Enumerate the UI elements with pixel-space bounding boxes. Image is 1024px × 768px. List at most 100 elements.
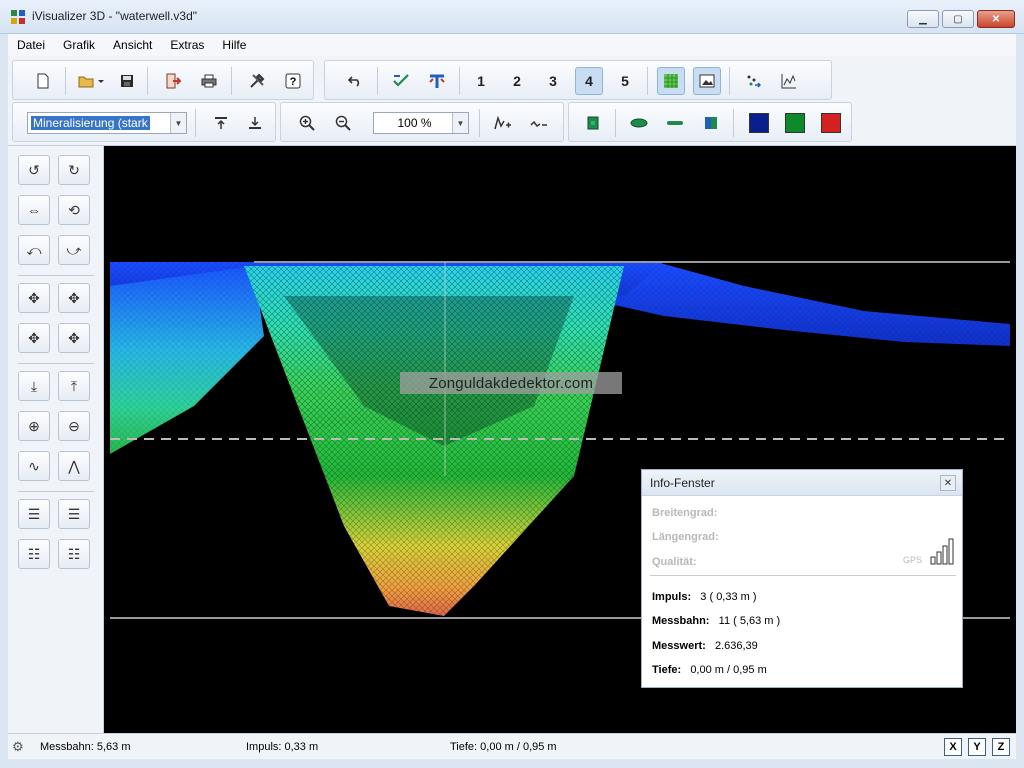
info-window[interactable]: Info-Fenster ✕ Breitengrad: Längengrad: … bbox=[641, 469, 963, 688]
messbahn-value: 11 ( 5,63 m ) bbox=[718, 615, 781, 627]
peak-remove-icon[interactable] bbox=[525, 109, 553, 137]
level-down-icon[interactable]: ⤓ bbox=[18, 371, 50, 401]
export-icon[interactable] bbox=[159, 67, 187, 95]
level-up-icon[interactable] bbox=[207, 109, 235, 137]
cavity-icon[interactable] bbox=[579, 109, 607, 137]
gps-label: GPS bbox=[902, 555, 922, 565]
menu-extras[interactable]: Extras bbox=[161, 38, 213, 52]
rotate-right-icon[interactable]: ↻ bbox=[58, 155, 90, 185]
impuls-value: 3 ( 0,33 m ) bbox=[700, 591, 757, 603]
messwert-label: Messwert: bbox=[652, 640, 706, 652]
view-5-button[interactable]: 5 bbox=[611, 67, 639, 95]
view-2-button[interactable]: 2 bbox=[503, 67, 531, 95]
zoom-in-icon[interactable] bbox=[293, 109, 321, 137]
move-icon[interactable]: ✥ bbox=[18, 283, 50, 313]
maximize-button[interactable]: ▢ bbox=[942, 10, 974, 28]
tiefe-label: Tiefe: bbox=[652, 664, 682, 676]
print-icon[interactable] bbox=[195, 67, 223, 95]
align-right-icon[interactable]: ☰ bbox=[18, 499, 50, 529]
minimize-button[interactable]: ▁ bbox=[907, 10, 939, 28]
peak-add-icon[interactable]: ⋀ bbox=[58, 451, 90, 481]
svg-text:?: ? bbox=[290, 76, 297, 88]
messwert-value: 2.636,39 bbox=[714, 640, 758, 652]
water-icon[interactable] bbox=[697, 109, 725, 137]
zoom-out-icon[interactable] bbox=[329, 109, 357, 137]
rotate-horizontal-icon[interactable]: ⇔ bbox=[18, 195, 50, 225]
signal-strength-icon bbox=[930, 538, 954, 565]
level-up-icon[interactable]: ⤒ bbox=[58, 371, 90, 401]
axis-x-button[interactable]: X bbox=[944, 738, 962, 756]
status-impuls: Impuls: 0,33 m bbox=[246, 741, 319, 753]
watermark: Zonguldakdedektor.com bbox=[400, 372, 622, 394]
zoom-out-icon[interactable]: ⊖ bbox=[58, 411, 90, 441]
move-up-icon[interactable]: ✥ bbox=[58, 283, 90, 313]
zoom-select[interactable]: 100 % ▼ bbox=[373, 112, 469, 134]
image-view-icon[interactable] bbox=[693, 67, 721, 95]
undo-icon[interactable] bbox=[341, 67, 369, 95]
color-red-button[interactable] bbox=[817, 109, 845, 137]
window-title: iVisualizer 3D - "waterwell.v3d" bbox=[32, 9, 198, 23]
axis-z-button[interactable]: Z bbox=[992, 738, 1010, 756]
color-blue-button[interactable] bbox=[745, 109, 773, 137]
status-bar: ⚙ Messbahn: 5,63 m Impuls: 0,33 m Tiefe:… bbox=[8, 733, 1016, 759]
mineral-toolbar: Mineralisierung (stark ▼ bbox=[12, 102, 276, 142]
object-toolbar bbox=[568, 102, 852, 142]
gear-icon: ⚙ bbox=[12, 739, 24, 754]
tilt-back-icon[interactable]: ⤺ bbox=[18, 235, 50, 265]
zoom-toolbar: 100 % ▼ bbox=[280, 102, 564, 142]
interpolate-icon[interactable] bbox=[387, 67, 415, 95]
3d-canvas[interactable]: Zonguldakdedektor.com Info-Fenster ✕ Bre… bbox=[104, 146, 1016, 733]
flip-horizontal-icon[interactable]: ⟲ bbox=[58, 195, 90, 225]
view-4-button[interactable]: 4 bbox=[575, 67, 603, 95]
view-3-button[interactable]: 3 bbox=[539, 67, 567, 95]
tools-icon[interactable] bbox=[243, 67, 271, 95]
tiefe-row: Tiefe: 0,00 m / 0,95 m bbox=[652, 664, 767, 676]
scatter-icon[interactable] bbox=[739, 67, 767, 95]
info-window-title: Info-Fenster bbox=[650, 475, 715, 490]
quality-label: Qualität: bbox=[652, 556, 697, 568]
align-left-icon[interactable]: ☰ bbox=[58, 499, 90, 529]
mineral-select[interactable]: Mineralisierung (stark ▼ bbox=[27, 112, 187, 134]
status-messbahn: Messbahn: 5,63 m bbox=[40, 741, 131, 753]
help-icon[interactable]: ? bbox=[279, 67, 307, 95]
move-depth-icon[interactable]: ✥ bbox=[58, 323, 90, 353]
tilt-forward-icon[interactable]: ⤻ bbox=[58, 235, 90, 265]
level-down-icon[interactable] bbox=[241, 109, 269, 137]
chevron-down-icon: ▼ bbox=[170, 113, 186, 133]
axis-y-button[interactable]: Y bbox=[968, 738, 986, 756]
grid-view-icon[interactable] bbox=[657, 67, 685, 95]
toolbar-area: ? 1 2 3 4 5 Mineralisierung (stark ▼ 100… bbox=[8, 56, 1016, 146]
peak-add-icon[interactable] bbox=[489, 109, 517, 137]
file-toolbar: ? bbox=[12, 60, 314, 100]
tiefe-value: 0,00 m / 0,95 m bbox=[690, 664, 767, 676]
metal-icon[interactable] bbox=[625, 109, 653, 137]
view-1-button[interactable]: 1 bbox=[467, 67, 495, 95]
menu-hilfe[interactable]: Hilfe bbox=[213, 38, 255, 52]
zoom-in-icon[interactable]: ⊕ bbox=[18, 411, 50, 441]
menu-ansicht[interactable]: Ansicht bbox=[104, 38, 161, 52]
move-down-icon[interactable]: ✥ bbox=[18, 323, 50, 353]
mineral-select-value: Mineralisierung (stark bbox=[31, 116, 150, 130]
open-file-icon[interactable] bbox=[73, 67, 109, 95]
distribute-right-icon[interactable]: ☷ bbox=[58, 539, 90, 569]
messbahn-row: Messbahn: 11 ( 5,63 m ) bbox=[652, 615, 780, 627]
tunnel-icon[interactable] bbox=[661, 109, 689, 137]
menu-datei[interactable]: Datei bbox=[8, 38, 54, 52]
save-icon[interactable] bbox=[113, 67, 141, 95]
chevron-down-icon: ▼ bbox=[452, 113, 468, 133]
peak-remove-icon[interactable]: ∿ bbox=[18, 451, 50, 481]
menu-bar: Datei Grafik Ansicht Extras Hilfe bbox=[8, 34, 1016, 56]
status-tiefe: Tiefe: 0,00 m / 0,95 m bbox=[450, 741, 557, 753]
close-button[interactable]: ✕ bbox=[977, 10, 1015, 28]
rotate-left-icon[interactable]: ↺ bbox=[18, 155, 50, 185]
latitude-label: Breitengrad: bbox=[652, 507, 718, 519]
menu-grafik[interactable]: Grafik bbox=[54, 38, 104, 52]
graph-icon[interactable] bbox=[775, 67, 803, 95]
impuls-label: Impuls: bbox=[652, 591, 692, 603]
color-green-button[interactable] bbox=[781, 109, 809, 137]
title-bar: iVisualizer 3D - "waterwell.v3d" ▁ ▢ ✕ bbox=[0, 0, 1024, 34]
new-file-icon[interactable] bbox=[29, 67, 57, 95]
distribute-left-icon[interactable]: ☷ bbox=[18, 539, 50, 569]
close-icon[interactable]: ✕ bbox=[940, 475, 956, 491]
top-view-icon[interactable] bbox=[423, 67, 451, 95]
